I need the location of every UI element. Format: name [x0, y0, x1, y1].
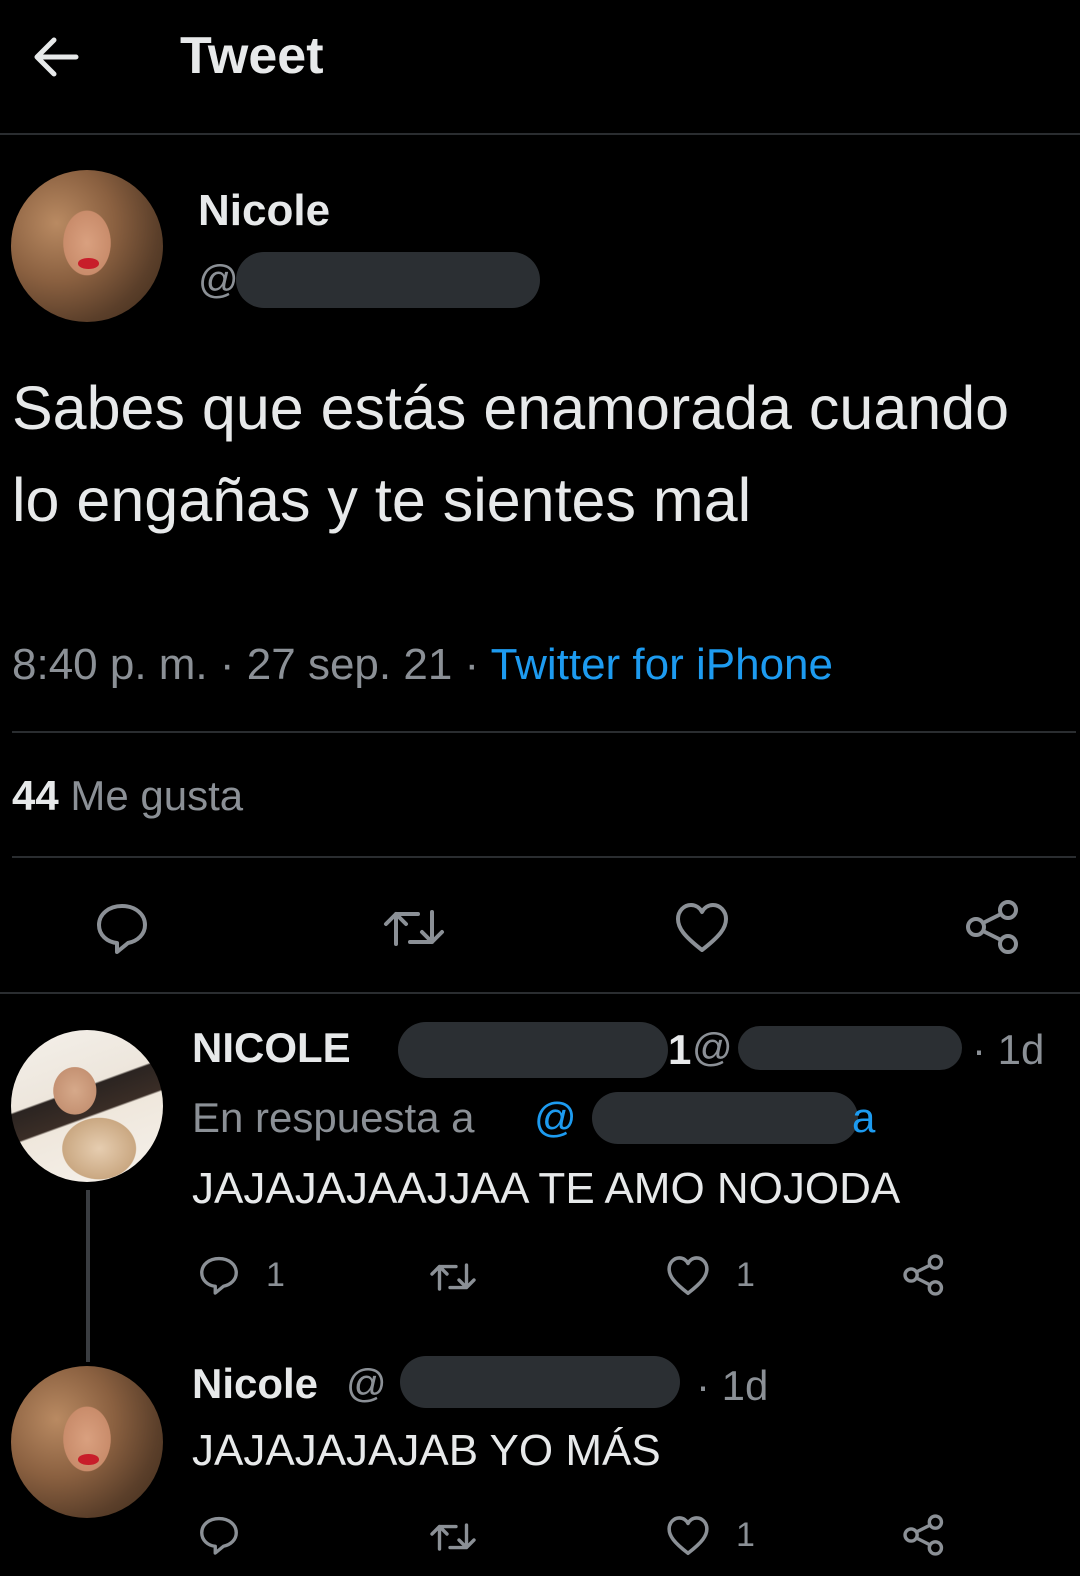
tweet-time: 8:40 p. m. [12, 640, 208, 689]
like-count: 1 [736, 1516, 755, 1554]
stats-divider [12, 856, 1076, 858]
actions-divider [0, 992, 1080, 994]
reply-author-name[interactable]: NICOLE [192, 1024, 351, 1072]
reply-icon[interactable] [94, 900, 150, 956]
back-arrow-icon[interactable] [28, 30, 82, 84]
reply-age: · 1d [972, 1026, 1045, 1073]
like-count: 1 [736, 1256, 755, 1294]
redaction-bar [592, 1092, 858, 1144]
meta-divider [12, 731, 1076, 733]
tweet-date[interactable]: 27 sep. 21 [247, 640, 453, 689]
retweet-icon[interactable] [428, 1516, 478, 1558]
likes-stat[interactable]: 44 Me gusta [12, 772, 243, 820]
avatar[interactable] [11, 170, 163, 322]
retweet-icon[interactable] [382, 900, 446, 956]
redaction-fragment: 1 [668, 1026, 692, 1073]
redaction-bar [236, 252, 540, 308]
like-icon[interactable] [666, 1254, 710, 1298]
reply-icon[interactable] [198, 1254, 240, 1296]
reply-author-handle[interactable]: @ [346, 1362, 387, 1407]
header-divider [0, 133, 1080, 135]
tweet-text: Sabes que estás enamorada cuando lo enga… [12, 374, 1010, 534]
redaction-fragment: a [852, 1094, 876, 1141]
thread-line [86, 1190, 90, 1362]
author-handle[interactable]: @ [198, 258, 239, 303]
avatar[interactable] [11, 1030, 163, 1182]
reply-icon[interactable] [198, 1514, 240, 1556]
tweet-meta: 8:40 p. m. · 27 sep. 21 · Twitter for iP… [12, 640, 833, 690]
like-icon[interactable] [666, 1514, 710, 1558]
reply-author-handle[interactable]: @ [692, 1026, 733, 1071]
reply-count: 1 [266, 1256, 285, 1294]
likes-count: 44 [12, 772, 59, 819]
redaction-bar [400, 1356, 680, 1408]
like-icon[interactable] [674, 900, 730, 956]
reply-age: · 1d [696, 1362, 769, 1409]
author-name[interactable]: Nicole [198, 186, 330, 236]
reply-text: JAJAJAJAJAB YO MÁS [192, 1426, 661, 1475]
reply-to-label: En respuesta a [192, 1094, 475, 1141]
meta-separator: · [464, 640, 480, 689]
tweet-source-link[interactable]: Twitter for iPhone [491, 640, 833, 689]
page-title: Tweet [180, 27, 324, 85]
reply-text: JAJAJAJAAJJAA TE AMO NOJODA [192, 1164, 901, 1213]
reply-author-name[interactable]: Nicole [192, 1360, 318, 1408]
redaction-bar [398, 1022, 668, 1078]
likes-label: Me gusta [70, 772, 244, 819]
share-icon[interactable] [902, 1252, 946, 1298]
retweet-icon[interactable] [428, 1256, 478, 1298]
redaction-bar [738, 1026, 962, 1070]
reply-to-handle[interactable]: @ [534, 1094, 577, 1142]
share-icon[interactable] [902, 1512, 946, 1558]
avatar[interactable] [11, 1366, 163, 1518]
meta-separator: · [219, 640, 235, 689]
share-icon[interactable] [964, 898, 1022, 956]
